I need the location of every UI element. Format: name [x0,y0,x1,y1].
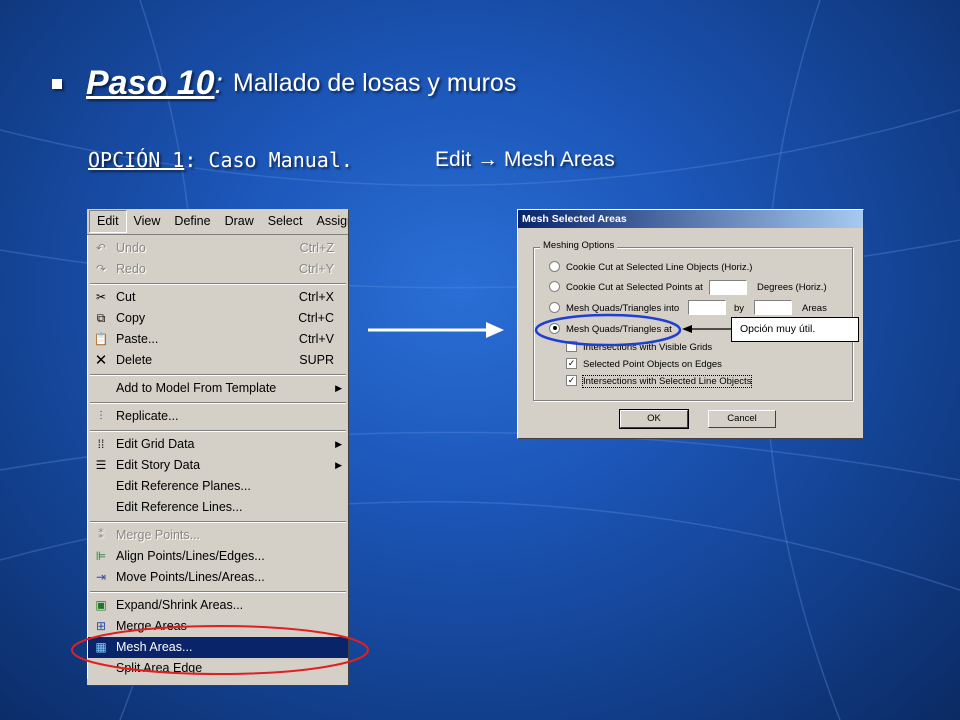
align-icon: ⊫ [95,549,107,563]
merge-points-icon: ⁑ [98,528,104,542]
checkbox-checked[interactable]: ✓ [566,374,577,386]
menu-item-mesh-areas[interactable]: ▦ Mesh Areas... [88,637,348,658]
menu-separator [90,430,346,432]
check-visible-grids[interactable]: Intersections with Visible Grids [566,340,712,355]
menu-separator [90,521,346,523]
right-arrow-icon [368,322,504,338]
title-step: Paso 10 [86,64,215,102]
radio-button[interactable] [549,301,560,313]
copy-icon: ⧉ [96,311,106,325]
menu-item-align[interactable]: ⊫ Align Points/Lines/Edges... [88,546,348,567]
merge-areas-icon: ⊞ [95,619,107,633]
menu-item-redo[interactable]: ↷ Redo Ctrl+Y [88,259,348,280]
replicate-icon: ⫶ [99,409,103,423]
radio-cookie-cut-points[interactable]: Cookie Cut at Selected Points at [549,280,703,295]
mesh-into-x-input[interactable] [688,300,726,315]
menu-item-add-from-template[interactable]: Add to Model From Template ▶ [88,378,348,399]
menu-item-undo[interactable]: ↶ Undo Ctrl+Z [88,238,348,259]
edit-menu-screenshot: Edit View Define Draw Select Assign ↶Und… [87,209,348,685]
menu-item-edit-grid-data[interactable]: ⁞⁞ Edit Grid Data ▶ [88,434,348,455]
menu-item-reference-planes[interactable]: Edit Reference Planes... [88,476,348,497]
menubar-edit[interactable]: Edit [89,210,127,233]
menu-item-merge-areas[interactable]: ⊞ Merge Areas [88,616,348,637]
callout-note: Opción muy útil. [731,317,859,342]
bullet-icon [52,78,62,89]
radio-button-selected[interactable] [549,322,560,334]
delete-icon: ✕ [94,352,108,369]
subtitle-option: OPCIÓN 1 [88,148,185,172]
radio-mesh-into[interactable]: Mesh Quads/Triangles into [549,301,679,316]
checkbox-checked[interactable]: ✓ [566,357,577,369]
submenu-arrow-icon: ▶ [335,439,342,449]
submenu-arrow-icon: ▶ [335,460,342,470]
menu-item-delete[interactable]: ✕ Delete SUPR [88,350,348,371]
mesh-into-y-input[interactable] [754,300,792,315]
menubar-view[interactable]: View [127,211,168,232]
menu-separator [90,402,346,404]
ok-button[interactable]: OK [619,409,689,429]
radio-button[interactable] [549,280,560,292]
paste-icon: 📋 [93,332,109,346]
menu-item-reference-lines[interactable]: Edit Reference Lines... [88,497,348,518]
undo-icon: ↶ [95,241,107,255]
menu-separator [90,591,346,593]
menu-item-split-area-edge[interactable]: Split Area Edge [88,658,348,679]
check-point-objects[interactable]: ✓ Selected Point Objects on Edges [566,357,722,372]
degrees-input[interactable] [709,280,747,295]
slide-title: Paso 10 : Mallado de losas y muros [52,64,516,103]
menu-item-expand-shrink[interactable]: ▣ Expand/Shrink Areas... [88,595,348,616]
degrees-label: Degrees (Horiz.) [757,282,827,293]
menubar-select[interactable]: Select [261,211,310,232]
menu-separator [90,374,346,376]
menu-separator [90,283,346,285]
radio-mesh-at[interactable]: Mesh Quads/Triangles at [549,322,672,337]
slide-subtitle: OPCIÓN 1: Caso Manual. Edit → Mesh Areas [88,148,615,172]
title-colon: : [214,66,223,100]
areas-label: Areas [802,303,827,314]
meshing-options-label: Meshing Options [540,240,618,251]
dialog-title: Mesh Selected Areas [518,210,863,228]
edit-menu-items: ↶ Undo Ctrl+Z ↷ Redo Ctrl+Y ✂ Cut Ctrl+X ⧉ Copy… [87,235,348,679]
mesh-icon: ▦ [95,640,107,654]
menubar-draw[interactable]: Draw [218,211,261,232]
cancel-button[interactable]: Cancel [708,410,776,428]
story-icon: ☰ [95,458,107,472]
by-label: by [734,303,745,314]
redo-icon: ↷ [95,262,107,276]
subtitle-case: : Caso Manual. [184,148,353,172]
menu-item-replicate[interactable]: ⫶ Replicate... [88,406,348,427]
menu-item-copy[interactable]: ⧉ Copy Ctrl+C [88,308,348,329]
subtitle-menu-path: Edit → Mesh Areas [435,148,615,171]
menubar-define[interactable]: Define [167,211,217,232]
menubar: Edit View Define Draw Select Assign [87,209,348,235]
radio-cookie-cut-lines[interactable]: Cookie Cut at Selected Line Objects (Hor… [549,260,752,275]
title-text: Mallado de losas y muros [232,69,517,97]
menu-item-move[interactable]: ⇥ Move Points/Lines/Areas... [88,567,348,588]
move-icon: ⇥ [95,570,107,584]
menu-item-edit-story-data[interactable]: ☰ Edit Story Data ▶ [88,455,348,476]
menu-item-cut[interactable]: ✂ Cut Ctrl+X [88,287,348,308]
radio-button[interactable] [549,260,560,272]
submenu-arrow-icon: ▶ [335,383,342,393]
grid-icon: ⁞⁞ [97,437,105,451]
menubar-assign[interactable]: Assign [309,211,348,232]
expand-icon: ▣ [95,598,107,612]
menu-item-merge-points[interactable]: ⁑ Merge Points... [88,525,348,546]
checkbox[interactable] [566,340,577,352]
scissors-icon: ✂ [95,290,107,304]
menu-item-paste[interactable]: 📋 Paste... Ctrl+V [88,329,348,350]
check-line-objects[interactable]: ✓ Intersections with Selected Line Object… [566,374,753,389]
